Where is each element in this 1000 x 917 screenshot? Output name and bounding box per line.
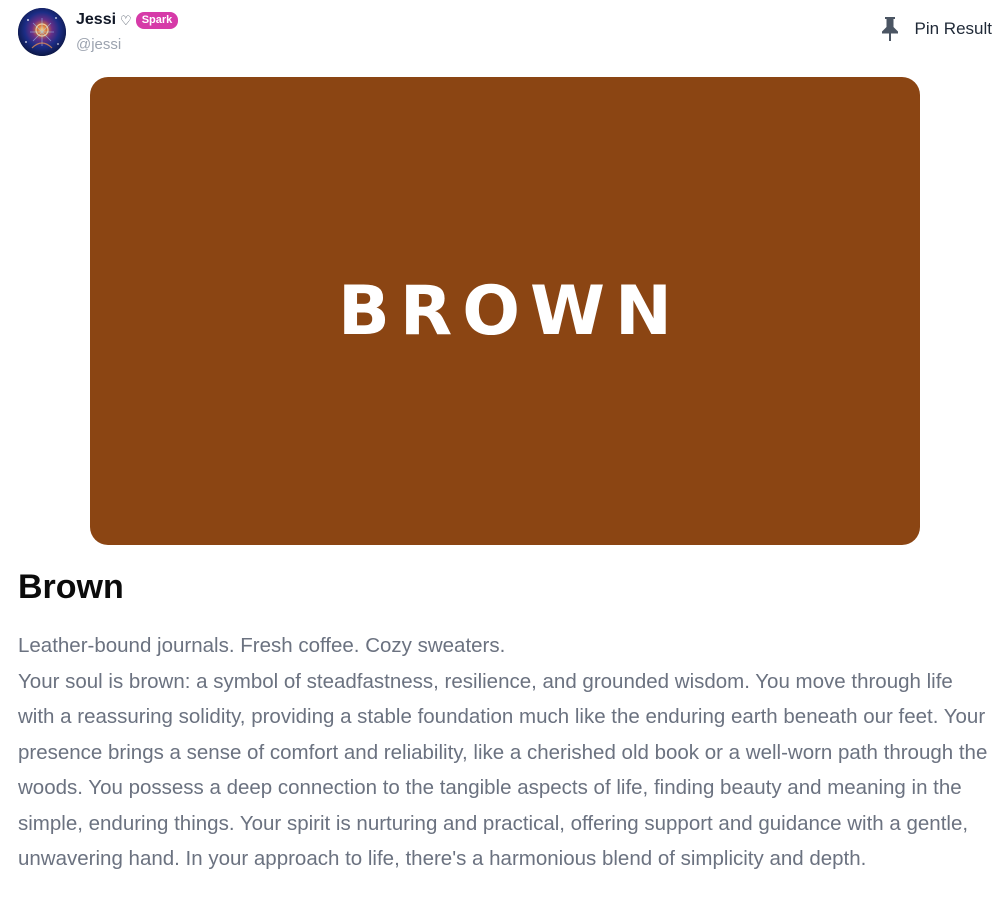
result-tagline: Leather-bound journals. Fresh coffee. Co… xyxy=(18,634,506,657)
result-page: Jessi ♡ Spark @jessi Pin Result BROWN Br… xyxy=(0,0,1000,917)
result-description: Leather-bound journals. Fresh coffee. Co… xyxy=(18,628,993,877)
pin-result-label: Pin Result xyxy=(914,19,992,38)
pin-result-button[interactable]: Pin Result xyxy=(879,14,992,44)
pushpin-icon xyxy=(879,16,901,42)
result-paragraph: Your soul is brown: a symbol of steadfas… xyxy=(18,669,988,871)
result-title: Brown xyxy=(18,568,124,606)
heart-icon: ♡ xyxy=(120,12,132,28)
user-info: Jessi ♡ Spark @jessi xyxy=(76,9,179,53)
avatar-image xyxy=(18,8,66,56)
color-card-word: BROWN xyxy=(338,271,682,351)
avatar[interactable] xyxy=(18,8,66,56)
user-name[interactable]: Jessi xyxy=(76,11,116,29)
post-header: Jessi ♡ Spark @jessi Pin Result xyxy=(0,0,1000,70)
name-row: Jessi ♡ Spark xyxy=(76,9,179,31)
color-result-card: BROWN xyxy=(90,77,920,545)
spark-badge: Spark xyxy=(135,11,179,29)
user-handle: @jessi xyxy=(76,36,122,53)
